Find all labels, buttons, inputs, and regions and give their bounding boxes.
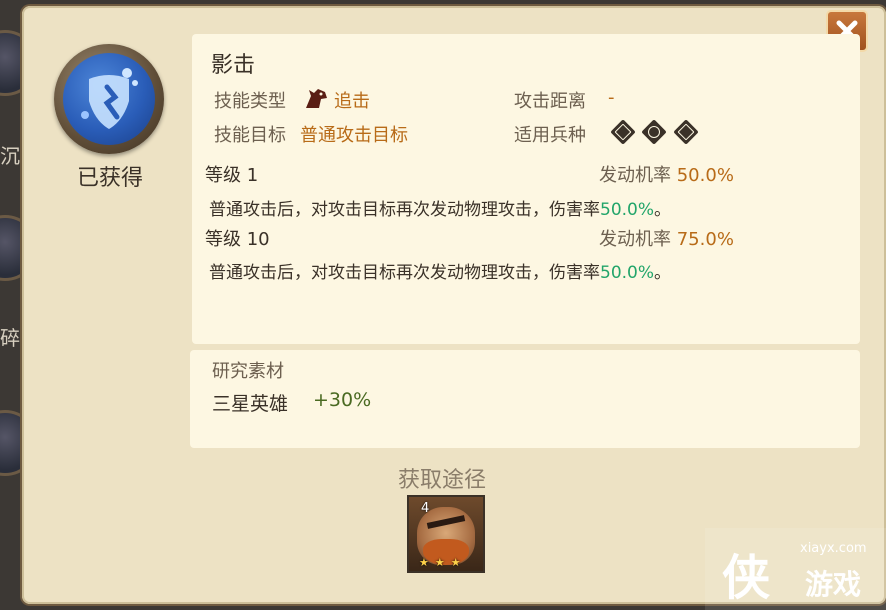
level-label: 等级 10 bbox=[205, 229, 270, 250]
trigger-rate: 发动机率 75.0% bbox=[599, 225, 734, 251]
trigger-rate-value: 50.0% bbox=[676, 165, 734, 186]
watermark-name: 游戏 bbox=[805, 568, 862, 601]
horse-head-icon bbox=[306, 89, 327, 108]
skill-target-label: 技能目标 bbox=[214, 125, 286, 146]
level-description: 普通攻击后，对攻击目标再次发动物理攻击，伤害率50.0%。 bbox=[209, 258, 671, 283]
troop-types-label: 适用兵种 bbox=[514, 125, 586, 146]
trigger-rate-value: 75.0% bbox=[676, 229, 734, 250]
skill-icon bbox=[54, 44, 164, 154]
skill-target-value: 普通攻击目标 bbox=[300, 125, 408, 146]
damage-rate-value: 50.0% bbox=[600, 263, 655, 283]
description-text: 普通攻击后，对攻击目标再次发动物理攻击，伤害率 bbox=[209, 200, 600, 220]
trigger-rate-label: 发动机率 bbox=[599, 165, 671, 186]
hero-source-card[interactable]: 4 ★★★ bbox=[407, 495, 485, 573]
shadow-strike-icon bbox=[81, 68, 138, 129]
description-text: 普通攻击后，对攻击目标再次发动物理攻击，伤害率 bbox=[209, 263, 600, 283]
skill-name: 影击 bbox=[211, 53, 256, 78]
description-end: 。 bbox=[654, 263, 672, 283]
level-label: 等级 1 bbox=[205, 165, 259, 186]
attack-range-value: - bbox=[608, 87, 615, 108]
trigger-rate: 发动机率 50.0% bbox=[599, 161, 734, 187]
research-item-bonus: +30% bbox=[313, 389, 372, 411]
watermark-url: xiayx.com bbox=[800, 541, 867, 556]
watermark-logo: 侠 bbox=[722, 550, 771, 606]
skill-type-label: 技能类型 bbox=[214, 91, 286, 112]
skill-type-value: 追击 bbox=[334, 91, 370, 112]
hero-stars: ★★★ bbox=[419, 556, 467, 569]
background-text: 碎 bbox=[0, 326, 20, 350]
hero-level: 4 bbox=[421, 501, 430, 516]
skill-info-card bbox=[192, 34, 860, 344]
background-text: 沉 bbox=[0, 144, 20, 168]
trigger-rate-label: 发动机率 bbox=[599, 229, 671, 250]
acquired-status: 已获得 bbox=[76, 166, 143, 191]
research-material-card bbox=[190, 350, 860, 448]
level-description: 普通攻击后，对攻击目标再次发动物理攻击，伤害率50.0%。 bbox=[209, 195, 671, 220]
research-item-name: 三星英雄 bbox=[212, 393, 289, 415]
attack-range-label: 攻击距离 bbox=[514, 91, 586, 112]
damage-rate-value: 50.0% bbox=[600, 200, 655, 220]
description-end: 。 bbox=[654, 200, 672, 220]
source-title: 获取途径 bbox=[398, 468, 487, 493]
research-title: 研究素材 bbox=[212, 361, 284, 382]
